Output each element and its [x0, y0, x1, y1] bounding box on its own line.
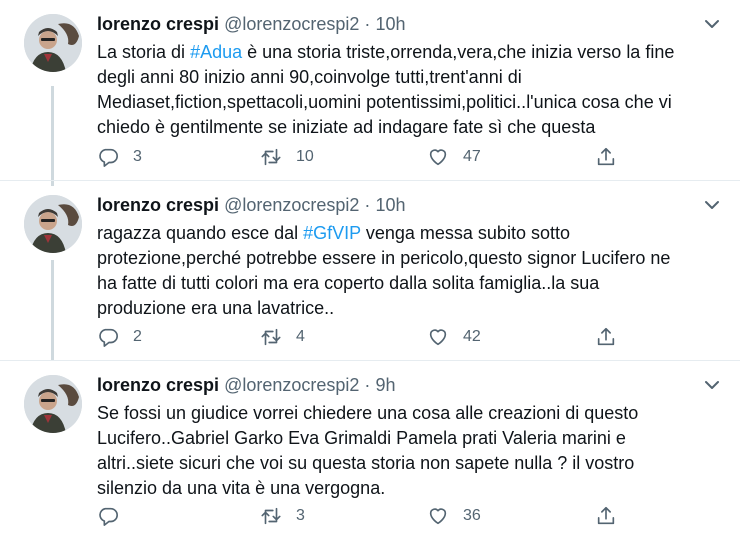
tweet-header: lorenzo crespi @lorenzocrespi2 · 9h [97, 373, 395, 397]
share-button[interactable] [595, 145, 617, 169]
retweet-icon [261, 507, 281, 525]
text-segment: Se fossi un giudice vorrei chiedere una … [97, 403, 639, 498]
reply-icon [99, 328, 118, 347]
hashtag-link[interactable]: #GfVIP [303, 223, 361, 243]
chevron-down-icon[interactable] [702, 14, 722, 34]
separator-dot: · [364, 195, 371, 215]
tweet-timestamp[interactable]: 9h [375, 375, 395, 395]
reply-button[interactable] [97, 504, 133, 528]
tweet[interactable]: lorenzo crespi @lorenzocrespi2 · 9h Se f… [0, 361, 740, 542]
chevron-down-icon[interactable] [702, 375, 722, 395]
separator-dot: · [364, 14, 371, 34]
tweet[interactable]: lorenzo crespi @lorenzocrespi2 · 10h rag… [0, 181, 740, 359]
author-name[interactable]: lorenzo crespi [97, 375, 219, 395]
share-button[interactable] [595, 504, 617, 528]
author-handle[interactable]: @lorenzocrespi2 [224, 195, 359, 215]
reply-icon [99, 507, 118, 526]
share-button[interactable] [595, 325, 617, 349]
retweet-icon [261, 328, 281, 346]
tweet-text: Se fossi un giudice vorrei chiedere una … [97, 401, 727, 501]
retweet-count: 4 [296, 328, 305, 345]
avatar-image [24, 14, 82, 72]
avatar-image [24, 375, 82, 433]
reply-count: 3 [133, 148, 142, 165]
author-handle[interactable]: @lorenzocrespi2 [224, 14, 359, 34]
tweet[interactable]: lorenzo crespi @lorenzocrespi2 · 10h La … [0, 0, 740, 178]
reply-button[interactable]: 3 [97, 145, 142, 169]
tweet-header: lorenzo crespi @lorenzocrespi2 · 10h [97, 12, 405, 36]
avatar-image [24, 195, 82, 253]
separator-dot: · [364, 375, 371, 395]
retweet-count: 3 [296, 507, 305, 524]
like-button[interactable]: 36 [427, 504, 481, 528]
like-button[interactable]: 42 [427, 325, 481, 349]
reply-icon [99, 148, 118, 167]
tweet-actions: 3 36 [97, 504, 727, 528]
reply-count: 2 [133, 328, 142, 345]
heart-icon [429, 149, 447, 166]
tweet-header: lorenzo crespi @lorenzocrespi2 · 10h [97, 193, 405, 217]
text-segment: La storia di [97, 42, 191, 62]
chevron-down-icon[interactable] [702, 195, 722, 215]
reply-button[interactable]: 2 [97, 325, 142, 349]
like-button[interactable]: 47 [427, 145, 481, 169]
like-count: 36 [463, 507, 481, 524]
like-count: 42 [463, 328, 481, 345]
retweet-button[interactable]: 4 [260, 325, 305, 349]
retweet-count: 10 [296, 148, 314, 165]
tweet-text: ragazza quando esce dal #GfVIP venga mes… [97, 221, 727, 321]
share-icon [597, 147, 615, 166]
tweet-actions: 2 4 42 [97, 325, 727, 349]
retweet-icon [261, 148, 281, 166]
like-count: 47 [463, 148, 481, 165]
tweet-timestamp[interactable]: 10h [375, 14, 405, 34]
heart-icon [429, 508, 447, 525]
avatar[interactable] [24, 14, 82, 72]
author-name[interactable]: lorenzo crespi [97, 14, 219, 34]
heart-icon [429, 329, 447, 346]
tweet-thread: lorenzo crespi @lorenzocrespi2 · 10h La … [0, 0, 740, 542]
share-icon [597, 506, 615, 525]
retweet-button[interactable]: 3 [260, 504, 305, 528]
avatar[interactable] [24, 375, 82, 433]
tweet-actions: 3 10 47 [97, 145, 727, 169]
share-icon [597, 327, 615, 346]
text-segment: ragazza quando esce dal [97, 223, 304, 243]
tweet-text: La storia di #Adua è una storia triste,o… [97, 40, 727, 140]
author-name[interactable]: lorenzo crespi [97, 195, 219, 215]
author-handle[interactable]: @lorenzocrespi2 [224, 375, 359, 395]
hashtag-link[interactable]: #Adua [190, 42, 242, 62]
retweet-button[interactable]: 10 [260, 145, 314, 169]
avatar[interactable] [24, 195, 82, 253]
tweet-timestamp[interactable]: 10h [375, 195, 405, 215]
